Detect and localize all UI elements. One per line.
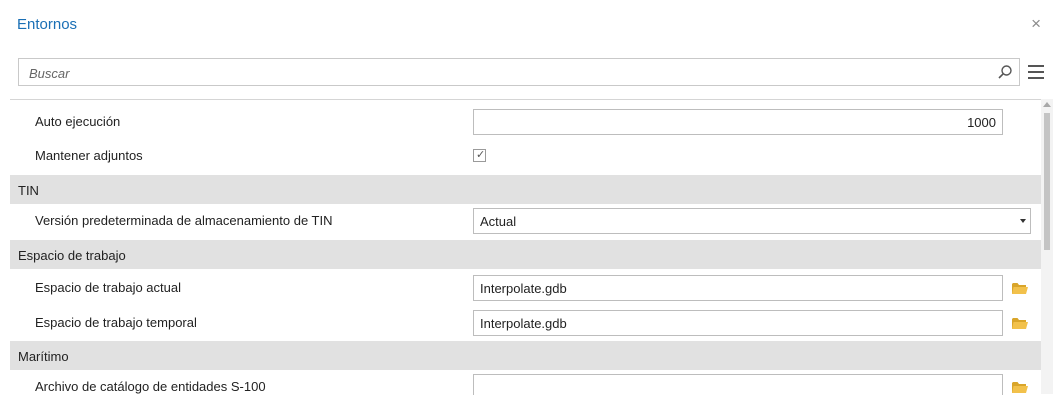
hamburger-menu-icon[interactable] — [1028, 65, 1044, 79]
mantener-adjuntos-checkbox[interactable]: ✓ — [473, 149, 486, 162]
setting-row-espacio-temporal: Espacio de trabajo temporal Interpolate.… — [10, 306, 1041, 340]
setting-label: Versión predeterminada de almacenamiento… — [35, 213, 333, 228]
version-tin-dropdown[interactable]: Actual — [473, 208, 1031, 234]
setting-row-auto-ejecucion: Auto ejecución 1000 — [10, 105, 1041, 139]
scroll-up-arrow-icon[interactable] — [1043, 102, 1051, 107]
vertical-scrollbar[interactable] — [1041, 99, 1053, 394]
settings-list: Auto ejecución 1000 Mantener adjuntos ✓ … — [10, 99, 1041, 395]
catalogo-s100-input[interactable] — [473, 374, 1003, 395]
folder-icon[interactable] — [1011, 281, 1029, 295]
title-bar: Entornos × — [0, 0, 1053, 50]
category-label: TIN — [18, 183, 39, 198]
category-label: Espacio de trabajo — [18, 248, 126, 263]
setting-row-version-tin: Versión predeterminada de almacenamiento… — [10, 204, 1041, 238]
setting-label: Archivo de catálogo de entidades S-100 — [35, 379, 266, 394]
search-box — [18, 58, 1020, 86]
folder-icon[interactable] — [1011, 316, 1029, 330]
category-label: Marítimo — [18, 349, 69, 364]
category-header-espacio-trabajo[interactable]: Espacio de trabajo — [10, 240, 1041, 269]
setting-label: Mantener adjuntos — [35, 148, 143, 163]
search-icon[interactable] — [997, 64, 1013, 80]
window-title: Entornos — [17, 16, 78, 33]
setting-row-catalogo-s100: Archivo de catálogo de entidades S-100 — [10, 370, 1041, 395]
close-icon[interactable]: × — [1031, 15, 1041, 33]
chevron-down-icon[interactable] — [1020, 219, 1026, 223]
espacio-temporal-input[interactable]: Interpolate.gdb — [473, 310, 1003, 336]
folder-icon[interactable] — [1011, 380, 1029, 394]
espacio-actual-input[interactable]: Interpolate.gdb — [473, 275, 1003, 301]
auto-ejecucion-input[interactable]: 1000 — [473, 109, 1003, 135]
setting-label: Espacio de trabajo actual — [35, 280, 181, 295]
setting-label: Auto ejecución — [35, 114, 121, 129]
category-header-tin[interactable]: TIN — [10, 175, 1041, 204]
setting-row-espacio-actual: Espacio de trabajo actual Interpolate.gd… — [10, 271, 1041, 305]
setting-row-mantener-adjuntos: Mantener adjuntos ✓ — [10, 139, 1041, 173]
scrollbar-thumb[interactable] — [1044, 113, 1050, 250]
dropdown-value: Actual — [480, 214, 517, 229]
category-header-maritimo[interactable]: Marítimo — [10, 341, 1041, 370]
search-input[interactable] — [27, 63, 971, 83]
check-icon: ✓ — [476, 149, 486, 161]
setting-label: Espacio de trabajo temporal — [35, 315, 197, 330]
